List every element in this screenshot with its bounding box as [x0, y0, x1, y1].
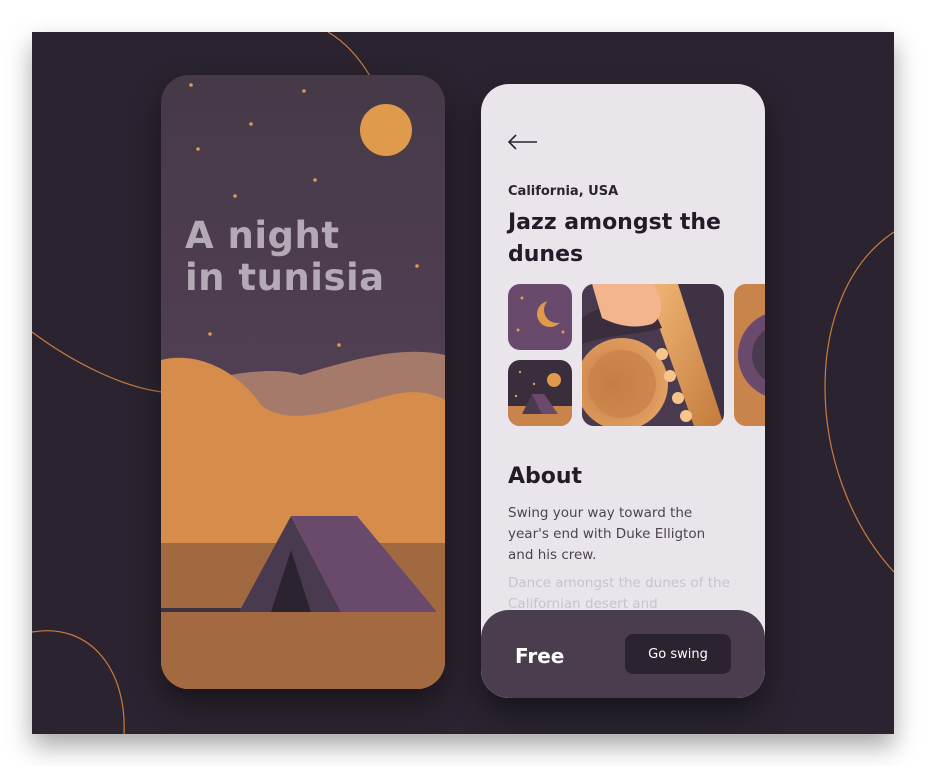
poster-title: A night in tunisia: [185, 214, 385, 299]
gallery-image-record[interactable]: [734, 284, 765, 426]
about-paragraph-faded: Dance amongst the dunes of the Californi…: [508, 575, 730, 612]
go-swing-button[interactable]: Go swing: [625, 634, 731, 674]
price-label: Free: [515, 644, 565, 668]
moon: [360, 104, 412, 156]
about-paragraph: Swing your way toward the year's end wit…: [508, 505, 706, 563]
gallery-thumb-tent[interactable]: [508, 360, 572, 426]
arrow-left-icon[interactable]: [506, 130, 540, 154]
event-location: California, USA: [508, 184, 619, 199]
gallery-thumb-moon[interactable]: [508, 284, 572, 350]
about-heading: About: [508, 464, 583, 489]
event-title: Jazz amongst the dunes: [508, 210, 721, 267]
night-desert-illustration: [161, 75, 445, 689]
poster-screen: A night in tunisia: [161, 75, 445, 689]
event-detail-screen: California, USA Jazz amongst the dunes A…: [481, 84, 765, 698]
artboard: A night in tunisia California, USA Jazz …: [32, 32, 894, 734]
gallery-image-saxophone[interactable]: [582, 284, 724, 426]
booking-bar: Free Go swing: [481, 610, 765, 698]
